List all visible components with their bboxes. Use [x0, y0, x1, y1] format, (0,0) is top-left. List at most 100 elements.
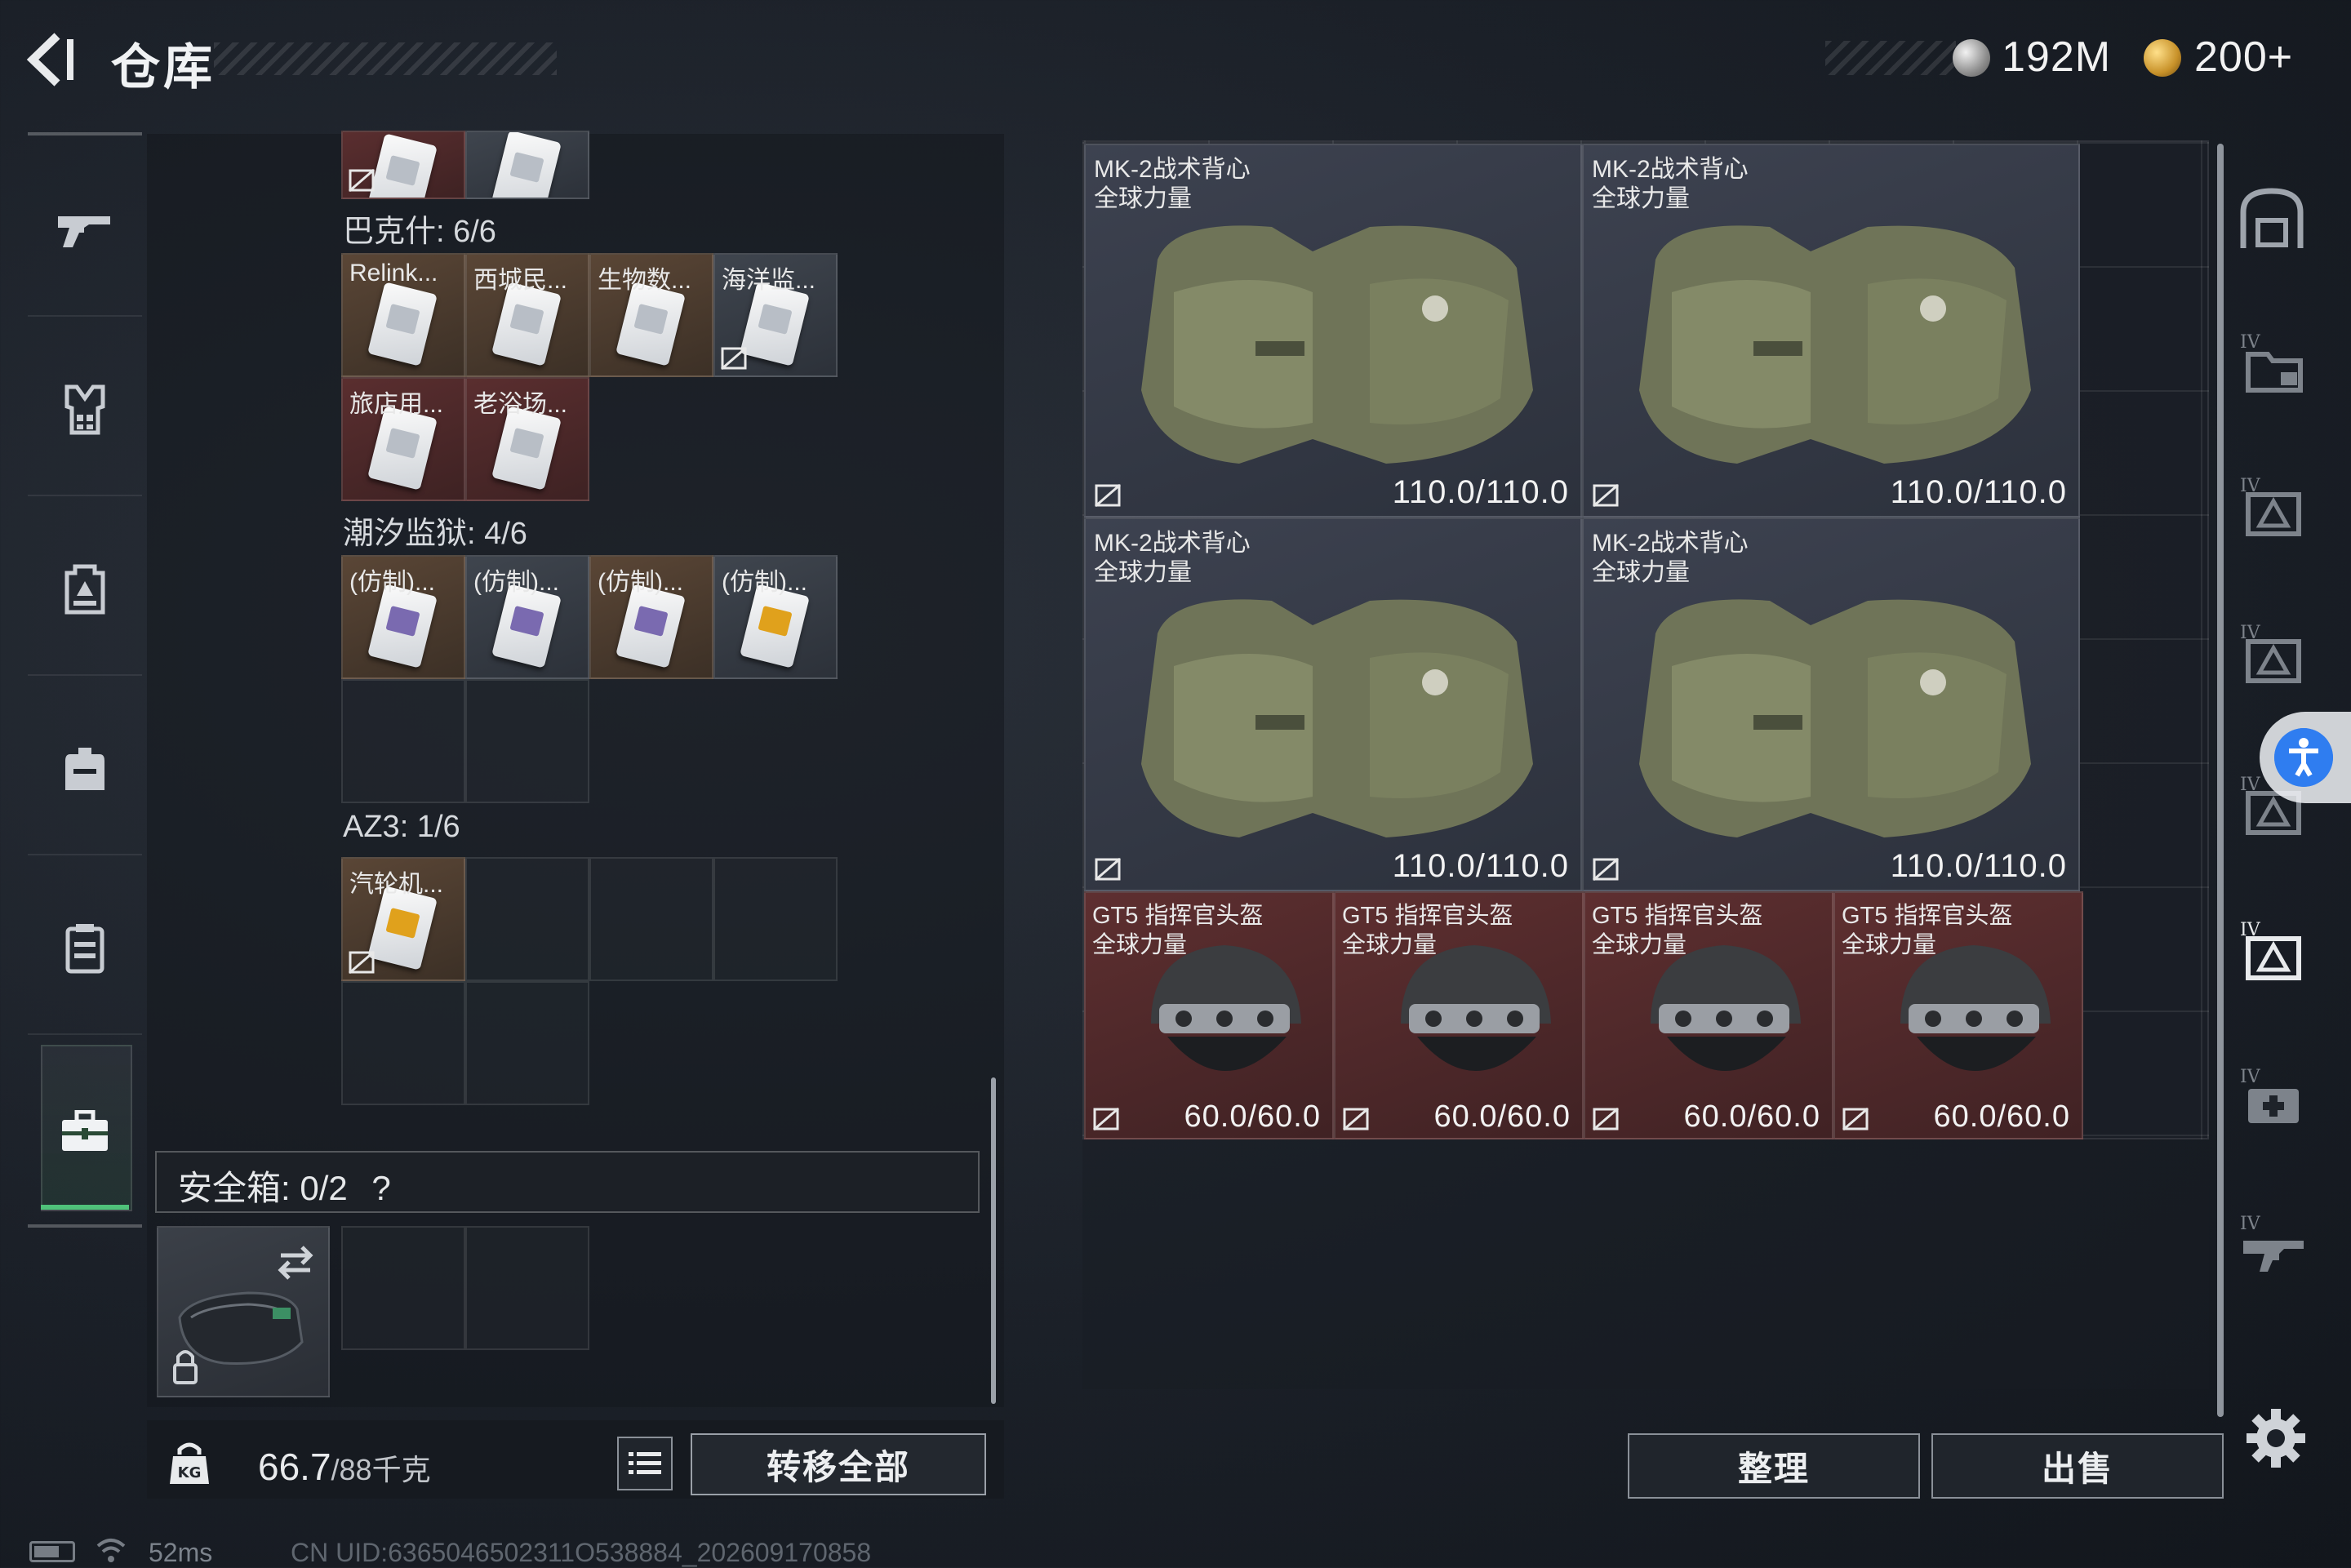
settings-gear-icon[interactable] — [2245, 1407, 2307, 1469]
empty-slot[interactable] — [465, 857, 589, 981]
rail-item-medical[interactable]: IV — [2235, 1061, 2317, 1135]
list-view-button[interactable] — [617, 1437, 673, 1490]
no-transfer-icon — [1343, 1107, 1369, 1131]
vest-item[interactable]: MK-2战术背心 全球力量 110.0/110.0 — [1582, 517, 2080, 891]
sidebar-item-armor[interactable] — [52, 377, 118, 442]
warehouse-icon — [2240, 188, 2304, 248]
item-label: (仿制)... — [473, 569, 559, 596]
storage-item[interactable]: (仿制)... — [465, 555, 589, 679]
gold-currency-value: 200+ — [2194, 33, 2294, 81]
storage-item[interactable]: 旅店用... — [341, 377, 465, 501]
rail-item-home-storage[interactable] — [2235, 183, 2317, 256]
sidebar-item-container[interactable] — [52, 916, 118, 981]
back-arrow-icon — [26, 33, 73, 87]
empty-slot[interactable] — [465, 981, 589, 1105]
no-transfer-icon — [1095, 483, 1121, 508]
item-durability: 60.0/60.0 — [1933, 1099, 2070, 1134]
item-label: (仿制)... — [722, 569, 807, 596]
sell-button[interactable]: 出售 — [1931, 1433, 2224, 1499]
sidebar-item-weapons[interactable] — [52, 196, 118, 261]
rail-top-border — [28, 132, 142, 135]
item-name: GT5 指挥官头盔 全球力量 — [1592, 903, 1763, 958]
sidebar-item-backpack[interactable] — [52, 736, 118, 802]
item-durability: 60.0/60.0 — [1433, 1099, 1571, 1134]
section-label-tidal-prison: 潮汐监狱: 4/6 — [343, 517, 527, 551]
item-durability: 110.0/110.0 — [1392, 474, 1569, 510]
wifi-icon — [96, 1539, 126, 1562]
back-button[interactable] — [24, 31, 90, 88]
transfer-all-button[interactable]: 转移全部 — [691, 1433, 986, 1495]
storage-item[interactable]: 汽轮机... — [341, 857, 465, 981]
helmet-item[interactable]: GT5 指挥官头盔 全球力量 60.0/60.0 — [1084, 891, 1334, 1139]
item-label: 汽轮机... — [349, 871, 444, 898]
weight-current: 66.7 — [258, 1446, 331, 1488]
help-icon[interactable]: ? — [371, 1169, 390, 1207]
item-label: 生物数... — [598, 267, 692, 294]
sidebar-item-rig[interactable] — [52, 557, 118, 622]
empty-slot[interactable] — [341, 981, 465, 1105]
vest-item[interactable]: MK-2战术背心 全球力量 110.0/110.0 — [1084, 517, 1582, 891]
inventory-scrollbar[interactable] — [2217, 144, 2224, 1417]
storage-scrollbar[interactable] — [991, 1077, 996, 1404]
chest-rig-icon — [64, 564, 105, 615]
rail-item-folder[interactable]: IV — [2235, 326, 2317, 400]
no-transfer-icon — [1095, 857, 1121, 882]
item-name: MK-2战术背心 全球力量 — [1094, 530, 1251, 586]
empty-slot[interactable] — [341, 1226, 465, 1350]
currency-decoration — [1825, 41, 1956, 75]
vest-item[interactable]: MK-2战术背心 全球力量 110.0/110.0 — [1084, 144, 1582, 517]
empty-slot[interactable] — [589, 857, 713, 981]
rifle-icon: IV — [2240, 1214, 2304, 1272]
storage-item[interactable]: 海洋监... — [713, 253, 838, 377]
vest-item[interactable]: MK-2战术背心 全球力量 110.0/110.0 — [1582, 144, 2080, 517]
safe-box-label: 安全箱: 0/2 ? — [178, 1161, 391, 1210]
rail-item-tab[interactable]: IV — [2235, 617, 2317, 691]
storage-item[interactable]: (仿制)... — [589, 555, 713, 679]
empty-slot[interactable] — [713, 857, 838, 981]
title-decoration — [214, 42, 557, 75]
sidebar-item-storage-icon[interactable] — [52, 1099, 118, 1164]
storage-item[interactable]: (仿制)... — [341, 555, 465, 679]
rail-item-tab-active[interactable]: IV — [2235, 914, 2317, 988]
storage-item[interactable]: 西城民... — [465, 253, 589, 377]
list-icon — [629, 1452, 661, 1474]
item-name: MK-2战术背心 全球力量 — [1592, 156, 1749, 212]
item-label: 老浴场... — [473, 391, 568, 418]
storage-item[interactable]: 生物数... — [589, 253, 713, 377]
item-durability: 60.0/60.0 — [1683, 1099, 1820, 1134]
medkit-icon: IV — [2240, 1067, 2299, 1123]
safe-box-item[interactable] — [157, 1226, 330, 1397]
no-transfer-icon — [721, 346, 747, 371]
no-transfer-icon — [1842, 1107, 1869, 1131]
storage-item[interactable]: Relink... — [341, 253, 465, 377]
empty-slot[interactable] — [465, 679, 589, 803]
rail-divider — [28, 674, 142, 676]
tactical-vest-icon — [1141, 599, 1533, 837]
rail-item-tab[interactable]: IV — [2235, 470, 2317, 544]
item-name: MK-2战术背心 全球力量 — [1592, 530, 1749, 586]
weight-max: /88千克 — [331, 1453, 431, 1486]
sort-button[interactable]: 整理 — [1628, 1433, 1920, 1499]
storage-item[interactable]: 老浴场... — [465, 377, 589, 501]
toolbox-icon — [62, 1110, 108, 1151]
key-card-icon — [367, 282, 438, 366]
item-durability: 110.0/110.0 — [1392, 848, 1569, 884]
svg-text:KG: KG — [178, 1464, 202, 1481]
item-name: MK-2战术背心 全球力量 — [1094, 156, 1251, 212]
rail-divider — [28, 315, 142, 317]
helmet-item[interactable]: GT5 指挥官头盔 全球力量 60.0/60.0 — [1584, 891, 1833, 1139]
storage-item-partial[interactable] — [465, 131, 589, 199]
item-name: GT5 指挥官头盔 全球力量 — [1092, 903, 1264, 958]
storage-item[interactable]: (仿制)... — [713, 555, 838, 679]
no-transfer-icon — [1593, 1107, 1619, 1131]
helmet-item[interactable]: GT5 指挥官头盔 全球力量 60.0/60.0 — [1334, 891, 1584, 1139]
helmet-item[interactable]: GT5 指挥官头盔 全球力量 60.0/60.0 — [1833, 891, 2083, 1139]
tab-icon: IV — [2240, 623, 2301, 683]
rail-item-weapon[interactable]: IV — [2235, 1208, 2317, 1281]
storage-item-partial[interactable] — [341, 131, 465, 199]
key-card-icon — [491, 132, 562, 198]
item-label: (仿制)... — [349, 569, 435, 596]
empty-slot[interactable] — [465, 1226, 589, 1350]
empty-slot[interactable] — [341, 679, 465, 803]
rail-divider — [28, 1033, 142, 1035]
